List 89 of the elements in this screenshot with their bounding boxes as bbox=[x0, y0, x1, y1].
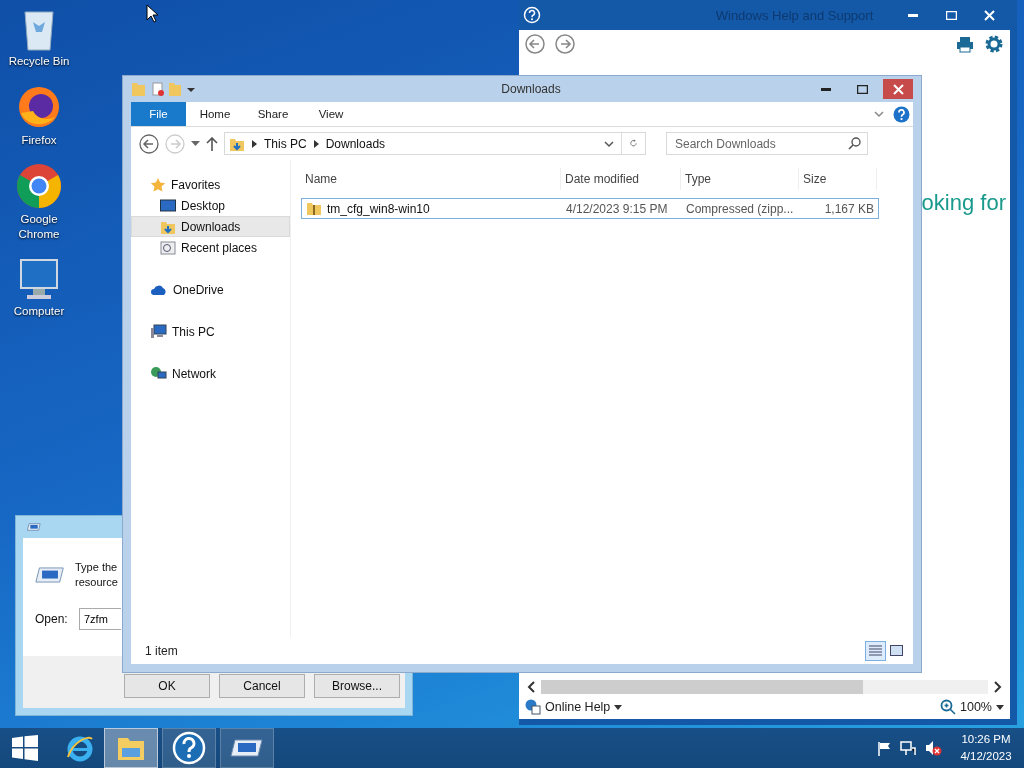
thumbnail-icon bbox=[890, 645, 903, 656]
up-arrow-icon[interactable] bbox=[206, 136, 218, 151]
network-icon[interactable] bbox=[900, 740, 916, 756]
forward-icon[interactable] bbox=[555, 34, 575, 54]
dialog-button[interactable]: OK bbox=[124, 674, 210, 698]
desktop-icon bbox=[160, 198, 176, 213]
taskbar-button[interactable] bbox=[220, 728, 274, 768]
run-icon bbox=[230, 738, 264, 758]
column-header[interactable]: Type bbox=[681, 168, 799, 190]
table-cell-text: Compressed (zipp... bbox=[685, 201, 795, 216]
ribbon-tab[interactable]: Home bbox=[186, 102, 244, 126]
zip-folder-icon bbox=[306, 201, 322, 216]
file-row[interactable]: tm_cfg_win8-win10 4/12/2023 9:15 PM Compressed (zipp... 1,167 KB bbox=[301, 198, 879, 219]
file-name: tm_cfg_win8-win10 bbox=[327, 201, 430, 216]
window-title: Windows Help and Support bbox=[714, 7, 875, 23]
help-icon[interactable] bbox=[893, 105, 910, 123]
zoom-icon bbox=[940, 699, 956, 715]
print-icon[interactable] bbox=[956, 35, 974, 53]
caret-icon bbox=[996, 704, 1004, 710]
dialog-button[interactable]: Browse... bbox=[314, 674, 400, 698]
dialog-button[interactable]: Cancel bbox=[219, 674, 305, 698]
breadcrumb-item[interactable]: Downloads bbox=[325, 136, 386, 151]
maximize-icon bbox=[856, 84, 868, 94]
back-icon[interactable] bbox=[139, 133, 159, 154]
column-header[interactable]: Name bbox=[301, 168, 561, 190]
cursor-icon bbox=[146, 4, 158, 23]
desktop-icon-label[interactable]: Firefox bbox=[4, 133, 74, 148]
run-icon bbox=[27, 522, 41, 532]
zoom-button[interactable]: 100% bbox=[940, 699, 1004, 715]
clock-date[interactable]: 4/12/2023 bbox=[960, 748, 1012, 765]
clock-time[interactable]: 10:26 PM bbox=[961, 731, 1011, 748]
nav-item[interactable]: Desktop bbox=[131, 195, 290, 216]
search-icon bbox=[848, 137, 861, 150]
minimize-icon bbox=[908, 13, 918, 17]
recent-locations-icon[interactable] bbox=[191, 140, 200, 147]
run-prompt: Type the resource bbox=[75, 560, 118, 590]
desktop-icon-label[interactable]: Computer bbox=[4, 304, 74, 319]
close-icon bbox=[892, 83, 904, 95]
nav-item[interactable]: Favorites bbox=[131, 174, 290, 195]
table-cell-text: 4/12/2023 9:15 PM bbox=[565, 201, 669, 216]
recent-places-icon bbox=[160, 239, 176, 256]
nav-item[interactable]: This PC bbox=[131, 321, 290, 342]
desktop-icon-label[interactable]: Google Chrome bbox=[4, 212, 74, 242]
open-label: Open: bbox=[35, 612, 69, 626]
online-help-button[interactable]: Online Help bbox=[525, 699, 623, 715]
address-bar[interactable]: This PC Downloads bbox=[224, 132, 646, 155]
nav-item[interactable]: Recent places bbox=[131, 237, 290, 258]
settings-icon[interactable] bbox=[984, 34, 1004, 54]
column-header[interactable]: Date modified bbox=[561, 168, 681, 190]
star-icon bbox=[150, 176, 166, 193]
window-title: Downloads bbox=[500, 82, 562, 96]
breadcrumb-item[interactable]: This PC bbox=[264, 136, 307, 151]
scroll-left-icon[interactable] bbox=[527, 681, 535, 693]
minimize-icon bbox=[821, 87, 831, 91]
taskbar-button[interactable] bbox=[162, 728, 216, 768]
ribbon-tab[interactable]: View bbox=[302, 102, 360, 126]
desktop-icon-label[interactable]: Recycle Bin bbox=[4, 54, 74, 69]
cloud-icon bbox=[150, 283, 168, 296]
table-cell-text: 1,167 KB bbox=[823, 201, 875, 216]
start-icon[interactable] bbox=[12, 735, 38, 761]
volume-muted-icon[interactable] bbox=[925, 740, 942, 756]
open-field[interactable]: 7zfm bbox=[79, 608, 121, 630]
horizontal-scrollbar[interactable] bbox=[541, 680, 988, 694]
flag-icon[interactable] bbox=[877, 740, 891, 756]
scroll-right-icon[interactable] bbox=[994, 681, 1002, 693]
back-icon[interactable] bbox=[525, 34, 545, 54]
caret-icon bbox=[614, 704, 623, 710]
column-header[interactable]: Size bbox=[799, 168, 877, 190]
globe-page-icon bbox=[525, 699, 541, 715]
nav-item[interactable]: Downloads bbox=[131, 216, 290, 237]
run-icon bbox=[35, 565, 65, 585]
list-icon bbox=[869, 645, 882, 656]
ribbon-tab[interactable]: Share bbox=[244, 102, 302, 126]
search-field[interactable]: Search Downloads bbox=[666, 132, 868, 155]
nav-item[interactable]: OneDrive bbox=[131, 279, 290, 300]
chevron-icon bbox=[313, 139, 319, 148]
dropdown-icon[interactable] bbox=[604, 139, 614, 148]
help-heading: oking for bbox=[921, 190, 1006, 217]
chrome-icon bbox=[15, 162, 63, 210]
network-icon bbox=[150, 365, 167, 382]
computer-icon bbox=[150, 324, 167, 339]
close-icon bbox=[983, 9, 995, 21]
status-text: 1 item bbox=[145, 643, 179, 658]
close-button[interactable] bbox=[883, 79, 913, 99]
maximize-icon bbox=[945, 10, 957, 20]
chevron-icon bbox=[252, 139, 257, 148]
help-icon bbox=[523, 6, 541, 24]
nav-item[interactable]: Network bbox=[131, 363, 290, 384]
help-icon bbox=[172, 731, 206, 765]
